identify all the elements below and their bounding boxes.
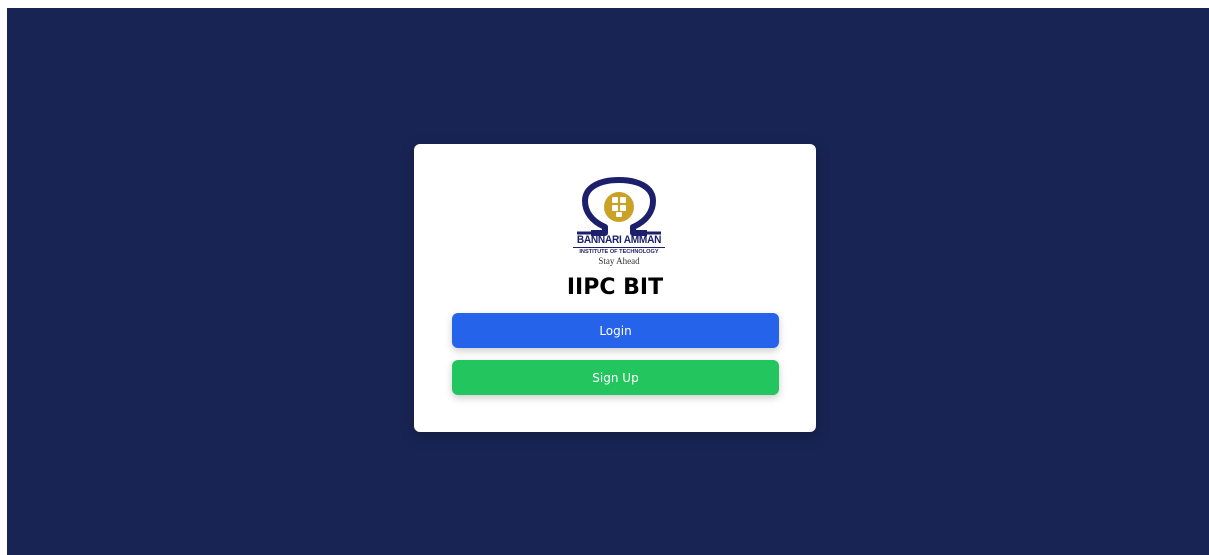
- institute-logo: BANNARI AMMAN INSTITUTE OF TECHNOLOGY St…: [573, 177, 665, 267]
- signup-button[interactable]: Sign Up: [452, 360, 779, 395]
- logo-tagline-text: Stay Ahead: [598, 256, 640, 266]
- page-title: IIPC BIT: [566, 275, 664, 300]
- welcome-card: BANNARI AMMAN INSTITUTE OF TECHNOLOGY St…: [414, 144, 816, 432]
- logo-subtitle-text: INSTITUTE OF TECHNOLOGY: [573, 247, 665, 255]
- login-button[interactable]: Login: [452, 313, 779, 348]
- logo-name-text: BANNARI AMMAN: [576, 234, 662, 246]
- omega-emblem-icon: [577, 177, 661, 236]
- page-background: BANNARI AMMAN INSTITUTE OF TECHNOLOGY St…: [7, 8, 1209, 555]
